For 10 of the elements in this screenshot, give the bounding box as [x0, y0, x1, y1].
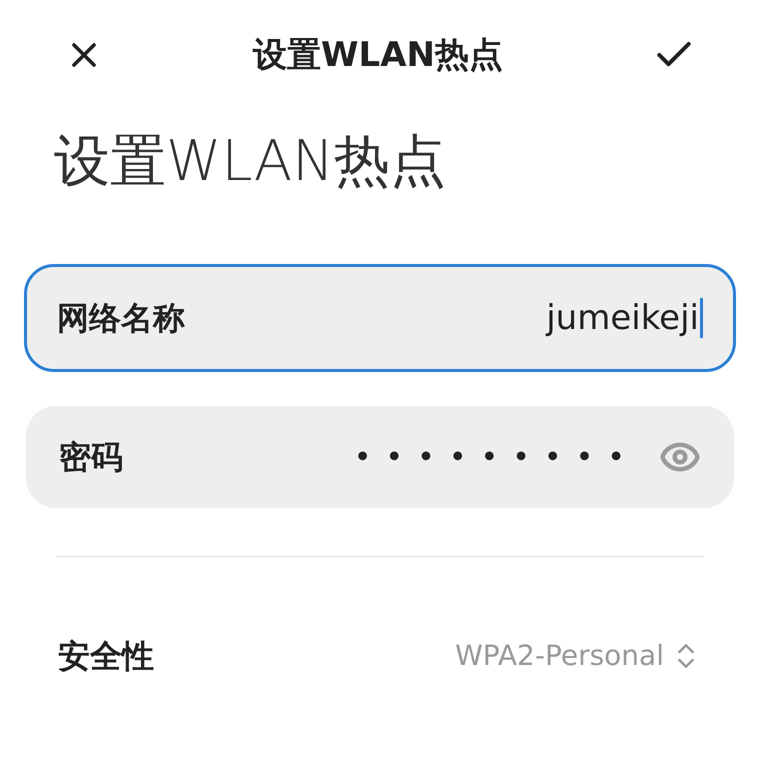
page-heading: 设置WLAN热点	[54, 129, 446, 194]
field-value: jumeikeji	[546, 296, 699, 340]
field-label: 网络名称	[57, 298, 185, 339]
input-field[interactable]: 网络名称 jumeikeji	[24, 264, 736, 372]
header-title: 设置WLAN热点	[253, 34, 503, 76]
text-cursor	[700, 298, 703, 338]
input-field[interactable]: 密码 •••••••••	[26, 406, 734, 508]
password-value: •••••••••	[354, 438, 639, 476]
field-label: 密码	[59, 437, 123, 478]
setting-label: 安全性	[58, 636, 154, 677]
